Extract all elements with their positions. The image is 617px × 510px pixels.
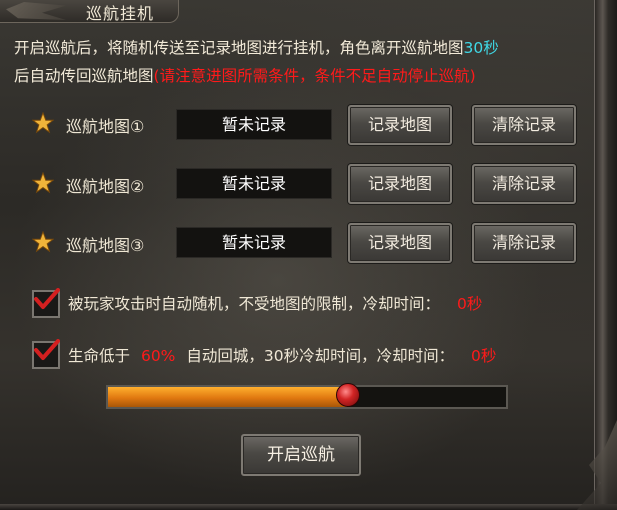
star-icon: [32, 112, 54, 134]
hp-slider-knob[interactable]: [335, 383, 360, 407]
record-map-button-3[interactable]: 记录地图: [348, 223, 452, 263]
warning-text: (请注意进图所需条件，条件不足自动停止巡航): [153, 67, 476, 85]
clear-record-button-1[interactable]: 清除记录: [472, 105, 576, 145]
check-icon: [34, 339, 60, 360]
map-slot-1: 暂未记录: [176, 109, 332, 140]
map-slot-3: 暂未记录: [176, 227, 332, 258]
hp-threshold-slider[interactable]: [106, 383, 508, 409]
description-text: 开启巡航后，将随机传送至记录地图进行挂机，角色离开巡航地图: [14, 39, 464, 57]
map-label-1: 巡航地图①: [66, 117, 145, 136]
bottom-frame-border: [0, 504, 617, 510]
description-line-1: 开启巡航后，将随机传送至记录地图进行挂机，角色离开巡航地图30秒: [14, 36, 499, 58]
map-label-3: 巡航地图③: [66, 236, 145, 255]
description-text: 后自动传回巡航地图: [14, 67, 154, 85]
star-icon: [32, 231, 54, 253]
title-tab: 巡航挂机: [0, 0, 179, 23]
record-map-button-1[interactable]: 记录地图: [348, 105, 452, 145]
hp-slider-fill: [108, 387, 347, 407]
map-label-2: 巡航地图②: [66, 177, 145, 196]
clear-record-button-3[interactable]: 清除记录: [472, 223, 576, 263]
attack-random-option: 被玩家攻击时自动随机，不受地图的限制，冷却时间： 0秒: [68, 292, 482, 314]
check-icon: [34, 288, 60, 309]
record-map-button-2[interactable]: 记录地图: [348, 164, 452, 204]
low-hp-cooldown: 0秒: [471, 347, 497, 365]
window-title: 巡航挂机: [86, 4, 155, 23]
low-hp-option: 生命低于 60% 自动回城，30秒冷却时间，冷却时间： 0秒: [68, 344, 496, 366]
clear-record-button-2[interactable]: 清除记录: [472, 164, 576, 204]
title-ornament-icon: [6, 2, 66, 20]
map-slot-2: 暂未记录: [176, 168, 332, 199]
description-line-2: 后自动传回巡航地图(请注意进图所需条件，条件不足自动停止巡航): [14, 64, 476, 86]
low-hp-percent: 60%: [140, 347, 176, 365]
star-icon: [32, 172, 54, 194]
cruise-panel: 巡航挂机 开启巡航后，将随机传送至记录地图进行挂机，角色离开巡航地图30秒 后自…: [0, 0, 617, 510]
low-hp-prefix: 生命低于: [68, 347, 131, 365]
attack-random-text: 被玩家攻击时自动随机，不受地图的限制，冷却时间：: [68, 295, 441, 313]
low-hp-text: 自动回城，30秒冷却时间，冷却时间：: [186, 347, 455, 365]
return-seconds: 30秒: [463, 39, 499, 57]
start-cruise-button[interactable]: 开启巡航: [241, 434, 361, 476]
attack-random-cooldown: 0秒: [456, 295, 483, 313]
